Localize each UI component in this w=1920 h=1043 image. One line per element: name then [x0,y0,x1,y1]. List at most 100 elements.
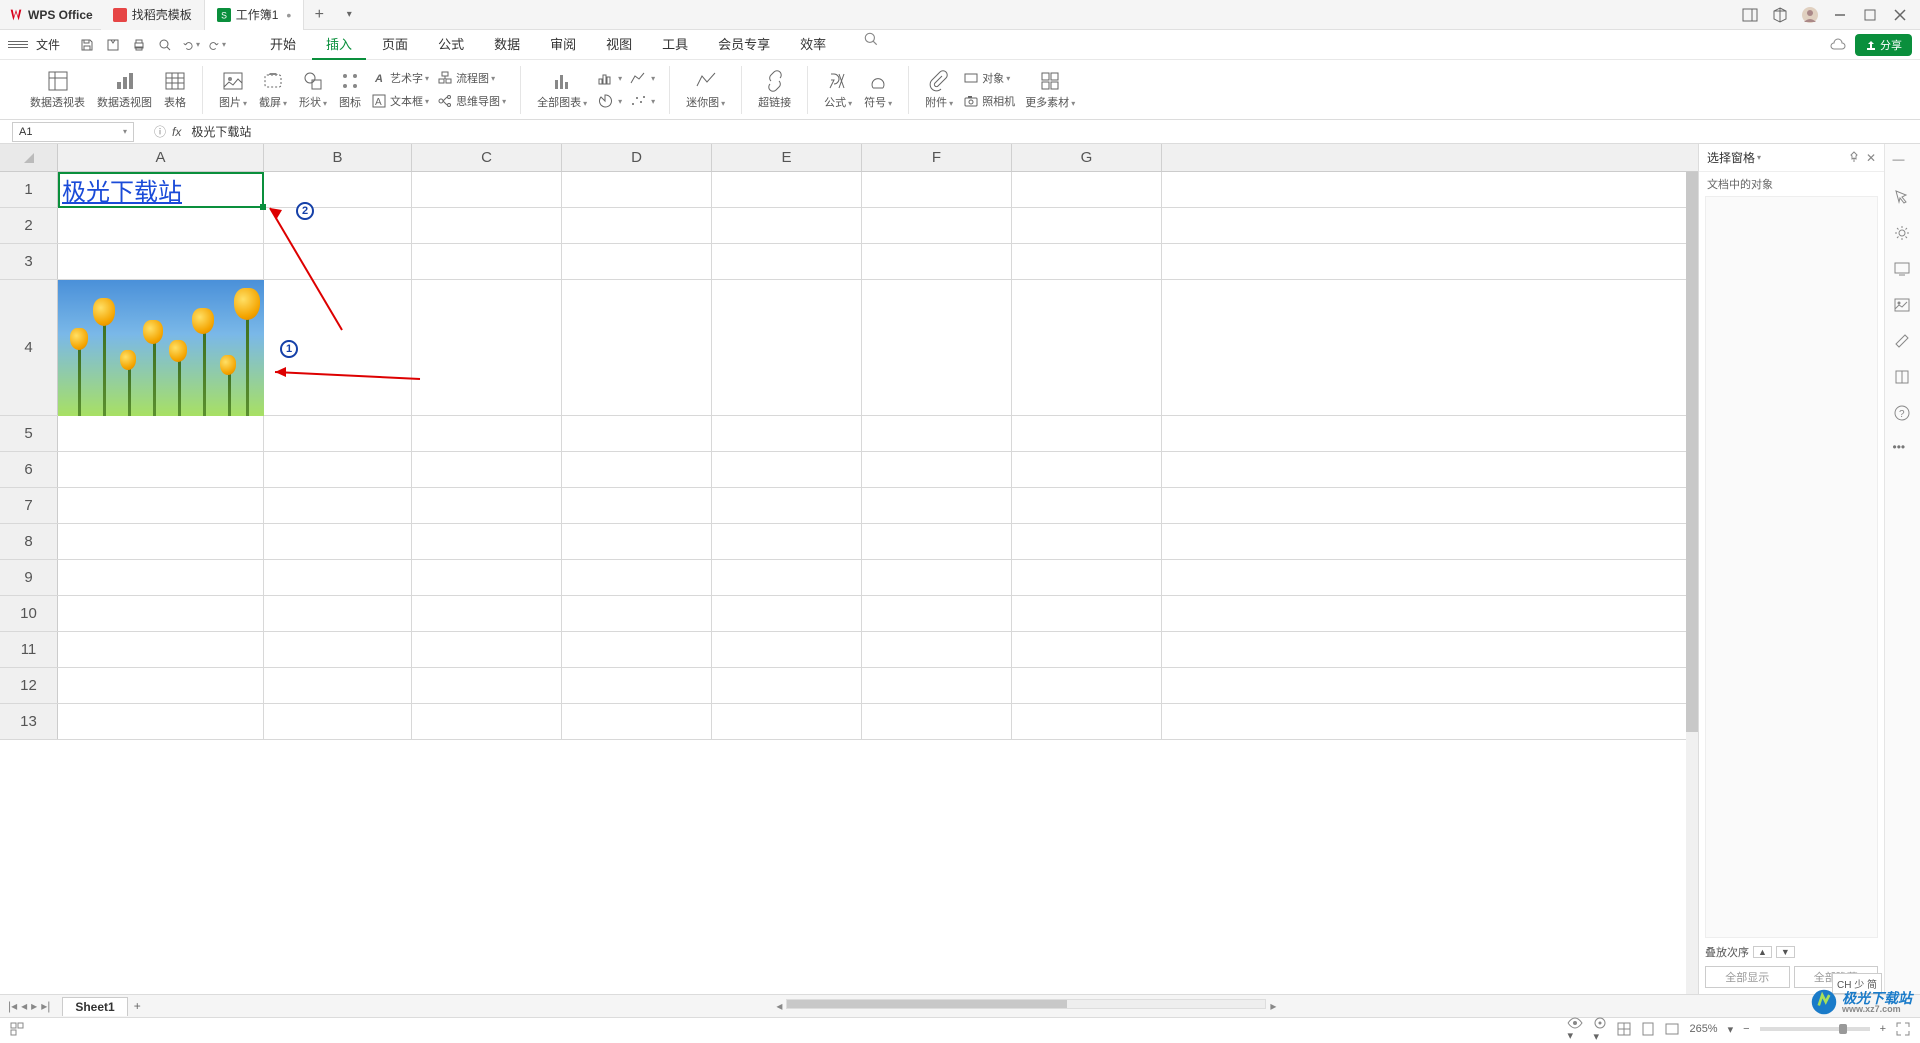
flowchart-button[interactable]: 流程图▾ [437,68,506,88]
view-page-icon[interactable] [1641,1022,1655,1036]
pane-object-list[interactable] [1705,196,1878,938]
screenshot-button[interactable]: 截屏▾ [253,66,293,114]
image-tool-icon[interactable] [1893,296,1913,316]
horizontal-scrollbar[interactable]: ◂▸ [141,999,1912,1013]
sheet-nav-last[interactable]: ▸| [41,999,50,1013]
textbox-button[interactable]: A文本框▾ [371,91,429,111]
row-header-8[interactable]: 8 [0,524,58,559]
menu-tab-insert[interactable]: 插入 [312,30,366,60]
row-header-6[interactable]: 6 [0,452,58,487]
target-icon[interactable]: ▾ [1593,1016,1607,1043]
share-button[interactable]: 分享 [1855,34,1912,56]
col-header-D[interactable]: D [562,144,712,171]
col-header-E[interactable]: E [712,144,862,171]
menu-tab-formula[interactable]: 公式 [424,30,478,60]
undo-icon[interactable]: ▾ [182,36,200,54]
eye-icon[interactable]: ▾ [1567,1017,1583,1042]
picture-button[interactable]: 图片▾ [213,66,253,114]
menu-tab-review[interactable]: 审阅 [536,30,590,60]
add-sheet-button[interactable]: + [134,999,141,1013]
tab-workbook[interactable]: S 工作簿1 • [205,0,305,30]
ruler-icon[interactable] [1893,332,1913,352]
show-all-button[interactable]: 全部显示 [1705,966,1790,988]
object-button[interactable]: 对象▾ [963,68,1015,88]
sidebar-toggle-icon[interactable] [1738,3,1762,27]
scatter-chart-icon[interactable]: ▾ [630,91,655,111]
col-header-F[interactable]: F [862,144,1012,171]
cell-A1[interactable]: 极光下载站 [58,172,264,207]
search-icon[interactable] [862,30,880,48]
redo-icon[interactable]: ▾ [208,36,226,54]
sheet-nav-prev[interactable]: ◂ [21,999,27,1013]
symbol-button[interactable]: 符号▾ [858,66,898,114]
close-pane-icon[interactable]: ✕ [1866,151,1876,165]
row-header-3[interactable]: 3 [0,244,58,279]
print-preview-icon[interactable] [104,36,122,54]
zoom-out-button[interactable]: − [1743,1023,1749,1035]
all-charts-button[interactable]: 全部图表▾ [531,66,593,114]
pin-icon[interactable] [1848,151,1860,165]
icons-button[interactable]: 图标 [333,66,367,114]
cube-icon[interactable] [1768,3,1792,27]
col-header-C[interactable]: C [412,144,562,171]
find-icon[interactable] [156,36,174,54]
sparkline-button[interactable]: 迷你图▾ [680,66,731,114]
fx-icon[interactable]: fx [172,125,181,139]
table-button[interactable]: 表格 [158,66,192,114]
tab-dropdown[interactable]: ▾ [334,9,364,20]
col-header-B[interactable]: B [264,144,412,171]
row-header-9[interactable]: 9 [0,560,58,595]
embedded-image[interactable] [58,280,264,416]
maximize-button[interactable] [1858,3,1882,27]
order-down-button[interactable]: ▼ [1776,946,1795,958]
select-all-corner[interactable] [0,144,58,171]
row-header-12[interactable]: 12 [0,668,58,703]
name-box[interactable]: A1▾ [12,122,134,142]
order-up-button[interactable]: ▲ [1753,946,1772,958]
more-resources-button[interactable]: 更多素材▾ [1019,66,1081,114]
sheet-nav-first[interactable]: |◂ [8,999,17,1013]
row-header-4[interactable]: 4 [0,280,58,415]
hamburger-icon[interactable] [8,35,28,55]
close-button[interactable] [1888,3,1912,27]
line-chart-icon[interactable]: ▾ [630,68,655,88]
grid-body[interactable]: 1极光下载站 2 3 4 5 6 7 8 9 10 11 12 13 [0,172,1698,994]
settings-wheel-icon[interactable] [1893,224,1913,244]
mindmap-button[interactable]: 思维导图▾ [437,91,506,111]
shapes-button[interactable]: 形状▾ [293,66,333,114]
cloud-icon[interactable] [1829,36,1847,54]
file-menu[interactable]: 文件 [30,36,66,53]
pivot-table-button[interactable]: 数据透视表 [24,66,91,114]
row-header-10[interactable]: 10 [0,596,58,631]
tab-templates[interactable]: 找稻壳模板 [101,0,205,30]
zoom-slider[interactable] [1760,1027,1870,1031]
minimize-button[interactable] [1828,3,1852,27]
menu-tab-start[interactable]: 开始 [256,30,310,60]
menu-tab-tools[interactable]: 工具 [648,30,702,60]
col-header-G[interactable]: G [1012,144,1162,171]
pie-chart-icon[interactable]: ▾ [597,91,622,111]
collapse-panel-icon[interactable]: — [1893,152,1913,172]
menu-tab-page[interactable]: 页面 [368,30,422,60]
zoom-label[interactable]: 265% [1689,1023,1717,1035]
more-tools-icon[interactable]: ••• [1893,440,1913,460]
hyperlink-button[interactable]: 超链接 [752,66,797,114]
new-tab-button[interactable]: + [304,6,334,24]
row-header-1[interactable]: 1 [0,172,58,207]
view-reading-icon[interactable] [1665,1022,1679,1036]
attachment-button[interactable]: 附件▾ [919,66,959,114]
sheet-nav-next[interactable]: ▸ [31,999,37,1013]
screen-icon[interactable] [1893,260,1913,280]
camera-button[interactable]: 照相机 [963,91,1015,111]
save-icon[interactable] [78,36,96,54]
vertical-scrollbar[interactable] [1686,172,1698,994]
bar-chart-icon[interactable]: ▾ [597,68,622,88]
menu-tab-member[interactable]: 会员专享 [704,30,784,60]
row-header-13[interactable]: 13 [0,704,58,739]
col-header-A[interactable]: A [58,144,264,171]
zoom-in-button[interactable]: + [1880,1023,1886,1035]
print-icon[interactable] [130,36,148,54]
formula-button[interactable]: 公式▾ [818,66,858,114]
help-icon[interactable]: ⓘ [154,123,166,140]
row-header-7[interactable]: 7 [0,488,58,523]
